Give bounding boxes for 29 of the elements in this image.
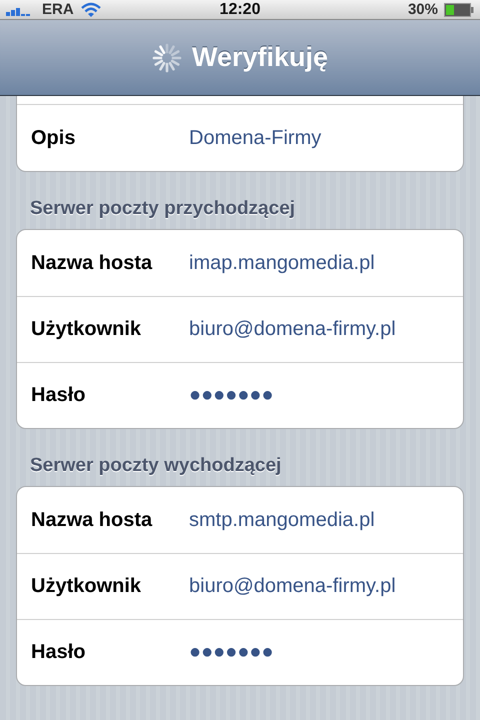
row-value: biuro@domena-firmy.pl xyxy=(189,575,396,598)
settings-row[interactable]: Nazwa hosta imap.mangomedia.pl xyxy=(17,230,463,296)
section-header: Serwer poczty wychodzącej xyxy=(29,454,282,478)
row-value: biuro@domena-firmy.pl xyxy=(189,318,396,341)
row-value: ●●●●●●● xyxy=(189,641,274,664)
section-header: Serwer poczty przychodzącej xyxy=(29,197,296,221)
carrier-name: ERA xyxy=(42,1,74,18)
row-value: ●●●●●●● xyxy=(189,384,274,407)
row-value: smtp.mangomedia.pl xyxy=(189,508,375,532)
settings-row[interactable]: Hasło ●●●●●●● xyxy=(17,619,463,685)
row-value: imap.mangomedia.pl xyxy=(189,252,375,274)
screen-title: Weryfikuję xyxy=(192,42,328,73)
settings-row[interactable]: Użytkownik biuro@domena-firmy.pl xyxy=(17,296,463,362)
settings-row[interactable]: Hasło ●●●●●●● xyxy=(17,362,463,428)
row-value: Domena-Firmy xyxy=(189,126,322,150)
row-label: Nazwa hosta xyxy=(31,508,154,532)
wifi-icon xyxy=(80,2,102,18)
battery-icon xyxy=(444,2,474,16)
row-label: Opis xyxy=(31,126,76,150)
settings-row[interactable]: Opis Domena-Firmy xyxy=(17,105,463,171)
settings-row[interactable]: Użytkownik biuro@domena-firmy.pl xyxy=(17,553,463,619)
row-label: Użytkownik xyxy=(31,318,142,341)
settings-row[interactable]: Nazwa hosta smtp.mangomedia.pl xyxy=(17,487,463,553)
clock-time: 12:20 xyxy=(220,0,260,18)
row-label: Hasło xyxy=(31,384,86,407)
row-label: Użytkownik xyxy=(31,575,142,598)
row-label: Nazwa hosta xyxy=(31,252,154,274)
row-label: Hasło xyxy=(31,641,86,664)
battery-percent: 30% xyxy=(408,1,438,18)
